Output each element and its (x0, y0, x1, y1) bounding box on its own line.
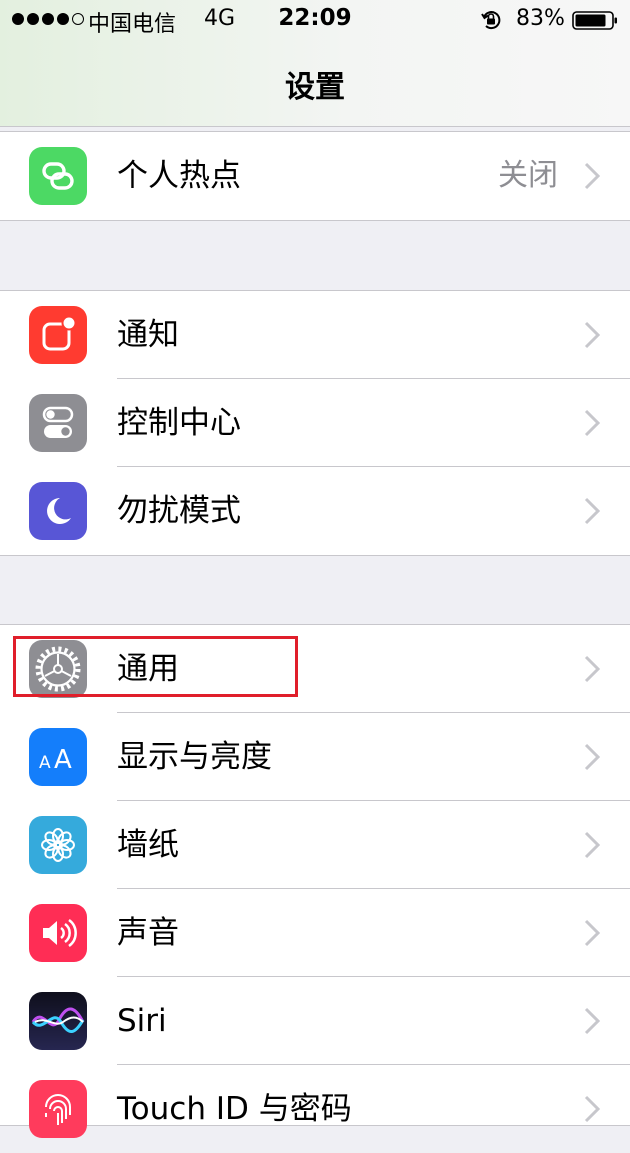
settings-row-touch-id[interactable]: Touch ID 与密码 (0, 1065, 630, 1153)
settings-row-personal-hotspot[interactable]: 个人热点 关闭 (0, 132, 630, 220)
moon-icon (29, 482, 87, 540)
wallpaper-icon (29, 816, 87, 874)
settings-row-do-not-disturb[interactable]: 勿扰模式 (0, 467, 630, 555)
control-center-icon (29, 394, 87, 452)
display-icon: A A (29, 728, 87, 786)
settings-row-notifications[interactable]: 通知 (0, 291, 630, 379)
page-title: 设置 (285, 70, 345, 105)
settings-row-label: 个人热点 (117, 158, 241, 194)
chevron-right-icon (584, 655, 600, 683)
siri-icon (29, 992, 87, 1050)
chevron-right-icon (584, 1095, 600, 1123)
settings-row-sounds[interactable]: 声音 (0, 889, 630, 977)
settings-row-label: 声音 (117, 915, 179, 951)
chevron-right-icon (584, 831, 600, 859)
settings-row-label: 勿扰模式 (117, 493, 241, 529)
settings-group-notifications: 通知 控制中心 勿扰模式 (0, 290, 630, 556)
settings-row-label: 通知 (117, 317, 179, 353)
hotspot-icon (29, 147, 87, 205)
rotation-lock-icon (481, 11, 501, 30)
settings-row-label: 控制中心 (117, 405, 241, 441)
speaker-icon (29, 904, 87, 962)
chevron-right-icon (584, 497, 600, 525)
chevron-right-icon (584, 409, 600, 437)
navigation-header: 中国电信 4G 22:09 83% 设置 (0, 0, 630, 127)
settings-row-value: 关闭 (498, 158, 558, 193)
settings-row-control-center[interactable]: 控制中心 (0, 379, 630, 467)
battery-percent: 83% (516, 6, 565, 31)
settings-row-display-brightness[interactable]: A A 显示与亮度 (0, 713, 630, 801)
chevron-right-icon (584, 743, 600, 771)
chevron-right-icon (584, 162, 600, 190)
notifications-icon (29, 306, 87, 364)
settings-row-wallpaper[interactable]: 墙纸 (0, 801, 630, 889)
chevron-right-icon (584, 1007, 600, 1035)
settings-group-hotspot: 个人热点 关闭 (0, 131, 630, 221)
highlight-box (13, 636, 298, 697)
status-bar: 中国电信 4G 22:09 83% (0, 0, 630, 40)
settings-group-general: 通用 A A 显示与亮度 墙纸 声音 Siri Touch ID 与密码 (0, 624, 630, 1138)
svg-text:A: A (39, 753, 51, 773)
settings-row-label: 墙纸 (117, 827, 179, 863)
svg-text:A: A (54, 745, 72, 775)
settings-row-siri[interactable]: Siri (0, 977, 630, 1065)
chevron-right-icon (584, 919, 600, 947)
settings-row-label: Touch ID 与密码 (117, 1091, 352, 1127)
settings-row-label: 显示与亮度 (117, 739, 272, 775)
battery-icon (572, 11, 617, 30)
settings-row-label: Siri (117, 1003, 167, 1039)
fingerprint-icon (29, 1080, 87, 1138)
chevron-right-icon (584, 321, 600, 349)
